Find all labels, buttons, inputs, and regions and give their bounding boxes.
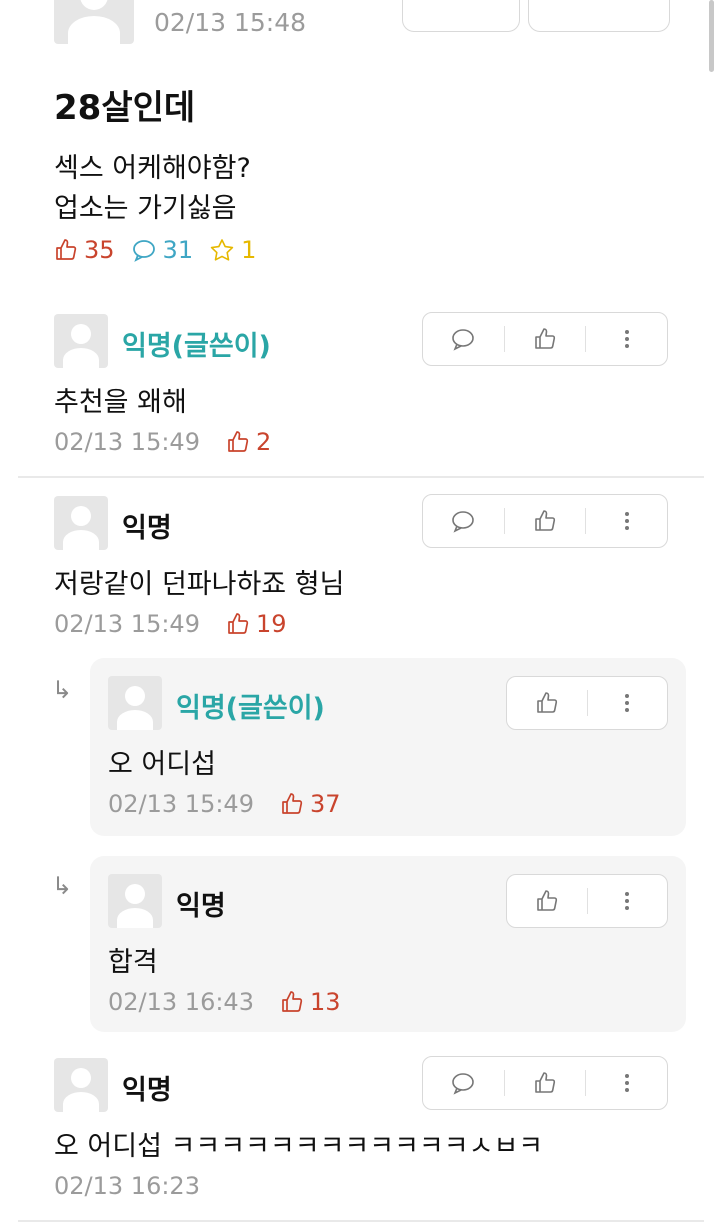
comment-avatar bbox=[54, 1058, 108, 1112]
comment-like-button[interactable] bbox=[505, 313, 586, 365]
reply-arrow-icon: ↳ bbox=[52, 872, 73, 900]
comment-time: 02/13 15:49 bbox=[54, 610, 200, 638]
comment-avatar bbox=[54, 314, 108, 368]
reply-avatar bbox=[108, 676, 162, 730]
divider bbox=[18, 1220, 704, 1222]
comment-time: 02/13 16:23 bbox=[54, 1172, 200, 1200]
post-body-line2: 업소는 가기싫음 bbox=[54, 193, 237, 224]
post-scrap-count: 1 bbox=[241, 236, 257, 264]
reply-time: 02/13 15:49 bbox=[108, 790, 254, 818]
comment-actions bbox=[422, 312, 668, 366]
post-stats: 35 31 1 bbox=[54, 236, 256, 264]
reply-author: 익명 bbox=[176, 891, 226, 922]
like-post-button[interactable] bbox=[402, 0, 520, 32]
more-vertical-icon bbox=[625, 892, 630, 910]
more-vertical-icon bbox=[624, 330, 629, 348]
thumb-up-icon bbox=[535, 328, 556, 349]
speech-bubble-icon bbox=[452, 329, 475, 351]
comment-like-button[interactable] bbox=[505, 1057, 586, 1109]
comment-text: 추천을 왜해 bbox=[54, 387, 187, 418]
thumb-up-icon bbox=[535, 510, 556, 531]
reply-like: 13 bbox=[280, 988, 341, 1016]
more-options-button[interactable] bbox=[588, 875, 668, 927]
comment-like: 2 bbox=[226, 428, 271, 456]
comment-text: 오 어디섭 ㅋㅋㅋㅋㅋㅋㅋㅋㅋㅋㅋㅋㅅㅂㅋ bbox=[54, 1131, 544, 1162]
more-vertical-icon bbox=[624, 1074, 629, 1092]
post-body-line1: 섹스 어케해야함? bbox=[54, 153, 251, 184]
comment-like-count: 2 bbox=[256, 428, 272, 456]
scrollbar[interactable] bbox=[709, 0, 714, 72]
reply-arrow-icon: ↳ bbox=[52, 676, 73, 704]
reply-like-count: 13 bbox=[310, 988, 341, 1016]
post-comment-count: 31 bbox=[162, 236, 194, 264]
reply-actions bbox=[506, 874, 668, 928]
divider bbox=[18, 476, 704, 478]
speech-bubble-icon bbox=[452, 1073, 475, 1095]
thumb-up-icon bbox=[536, 692, 557, 713]
reply-time: 02/13 16:43 bbox=[108, 988, 254, 1016]
reply-button[interactable] bbox=[423, 1057, 504, 1109]
reply-text: 오 어디섭 bbox=[108, 749, 216, 780]
comment-author: 익명 bbox=[122, 513, 172, 544]
post-title: 28살인데 bbox=[54, 88, 196, 128]
thumb-up-icon bbox=[282, 793, 303, 814]
thumb-up-icon bbox=[228, 613, 249, 634]
thumb-up-icon bbox=[282, 991, 303, 1012]
speech-bubble-icon bbox=[452, 511, 475, 533]
reply-button[interactable] bbox=[423, 313, 504, 365]
more-vertical-icon bbox=[624, 512, 629, 530]
comment-actions bbox=[422, 1056, 668, 1110]
post-time: 02/13 15:48 bbox=[154, 8, 307, 37]
reply-author: 익명(글쓴이) bbox=[176, 693, 325, 724]
comment-like-button[interactable] bbox=[505, 495, 586, 547]
reply-button[interactable] bbox=[423, 495, 504, 547]
comment-avatar bbox=[54, 496, 108, 550]
comment-actions bbox=[422, 494, 668, 548]
comment-like-count: 19 bbox=[256, 610, 287, 638]
more-vertical-icon bbox=[625, 694, 630, 712]
post-like-count: 35 bbox=[84, 236, 115, 264]
author-avatar bbox=[54, 0, 134, 44]
reply-like-button[interactable] bbox=[507, 677, 587, 729]
thumb-up-icon bbox=[54, 238, 78, 262]
comment-like: 19 bbox=[226, 610, 287, 638]
reply-like-button[interactable] bbox=[507, 875, 587, 927]
reply-actions bbox=[506, 676, 668, 730]
comment-icon bbox=[131, 238, 157, 262]
more-options-button[interactable] bbox=[586, 313, 667, 365]
thumb-up-icon bbox=[228, 431, 249, 452]
more-options-button[interactable] bbox=[586, 495, 667, 547]
comment-time: 02/13 15:49 bbox=[54, 428, 200, 456]
more-options-button[interactable] bbox=[586, 1057, 667, 1109]
comment-author: 익명 bbox=[122, 1075, 172, 1106]
reply-like-count: 37 bbox=[310, 790, 341, 818]
thumb-up-icon bbox=[535, 1072, 556, 1093]
scrap-post-button[interactable] bbox=[528, 0, 670, 32]
reply-text: 합격 bbox=[108, 947, 158, 978]
reply-like: 37 bbox=[280, 790, 341, 818]
star-icon bbox=[209, 238, 235, 262]
thumb-up-icon bbox=[536, 890, 557, 911]
comment-author: 익명(글쓴이) bbox=[122, 331, 271, 362]
more-options-button[interactable] bbox=[588, 677, 668, 729]
reply-avatar bbox=[108, 874, 162, 928]
comment-text: 저랑같이 던파나하죠 형님 bbox=[54, 569, 345, 600]
